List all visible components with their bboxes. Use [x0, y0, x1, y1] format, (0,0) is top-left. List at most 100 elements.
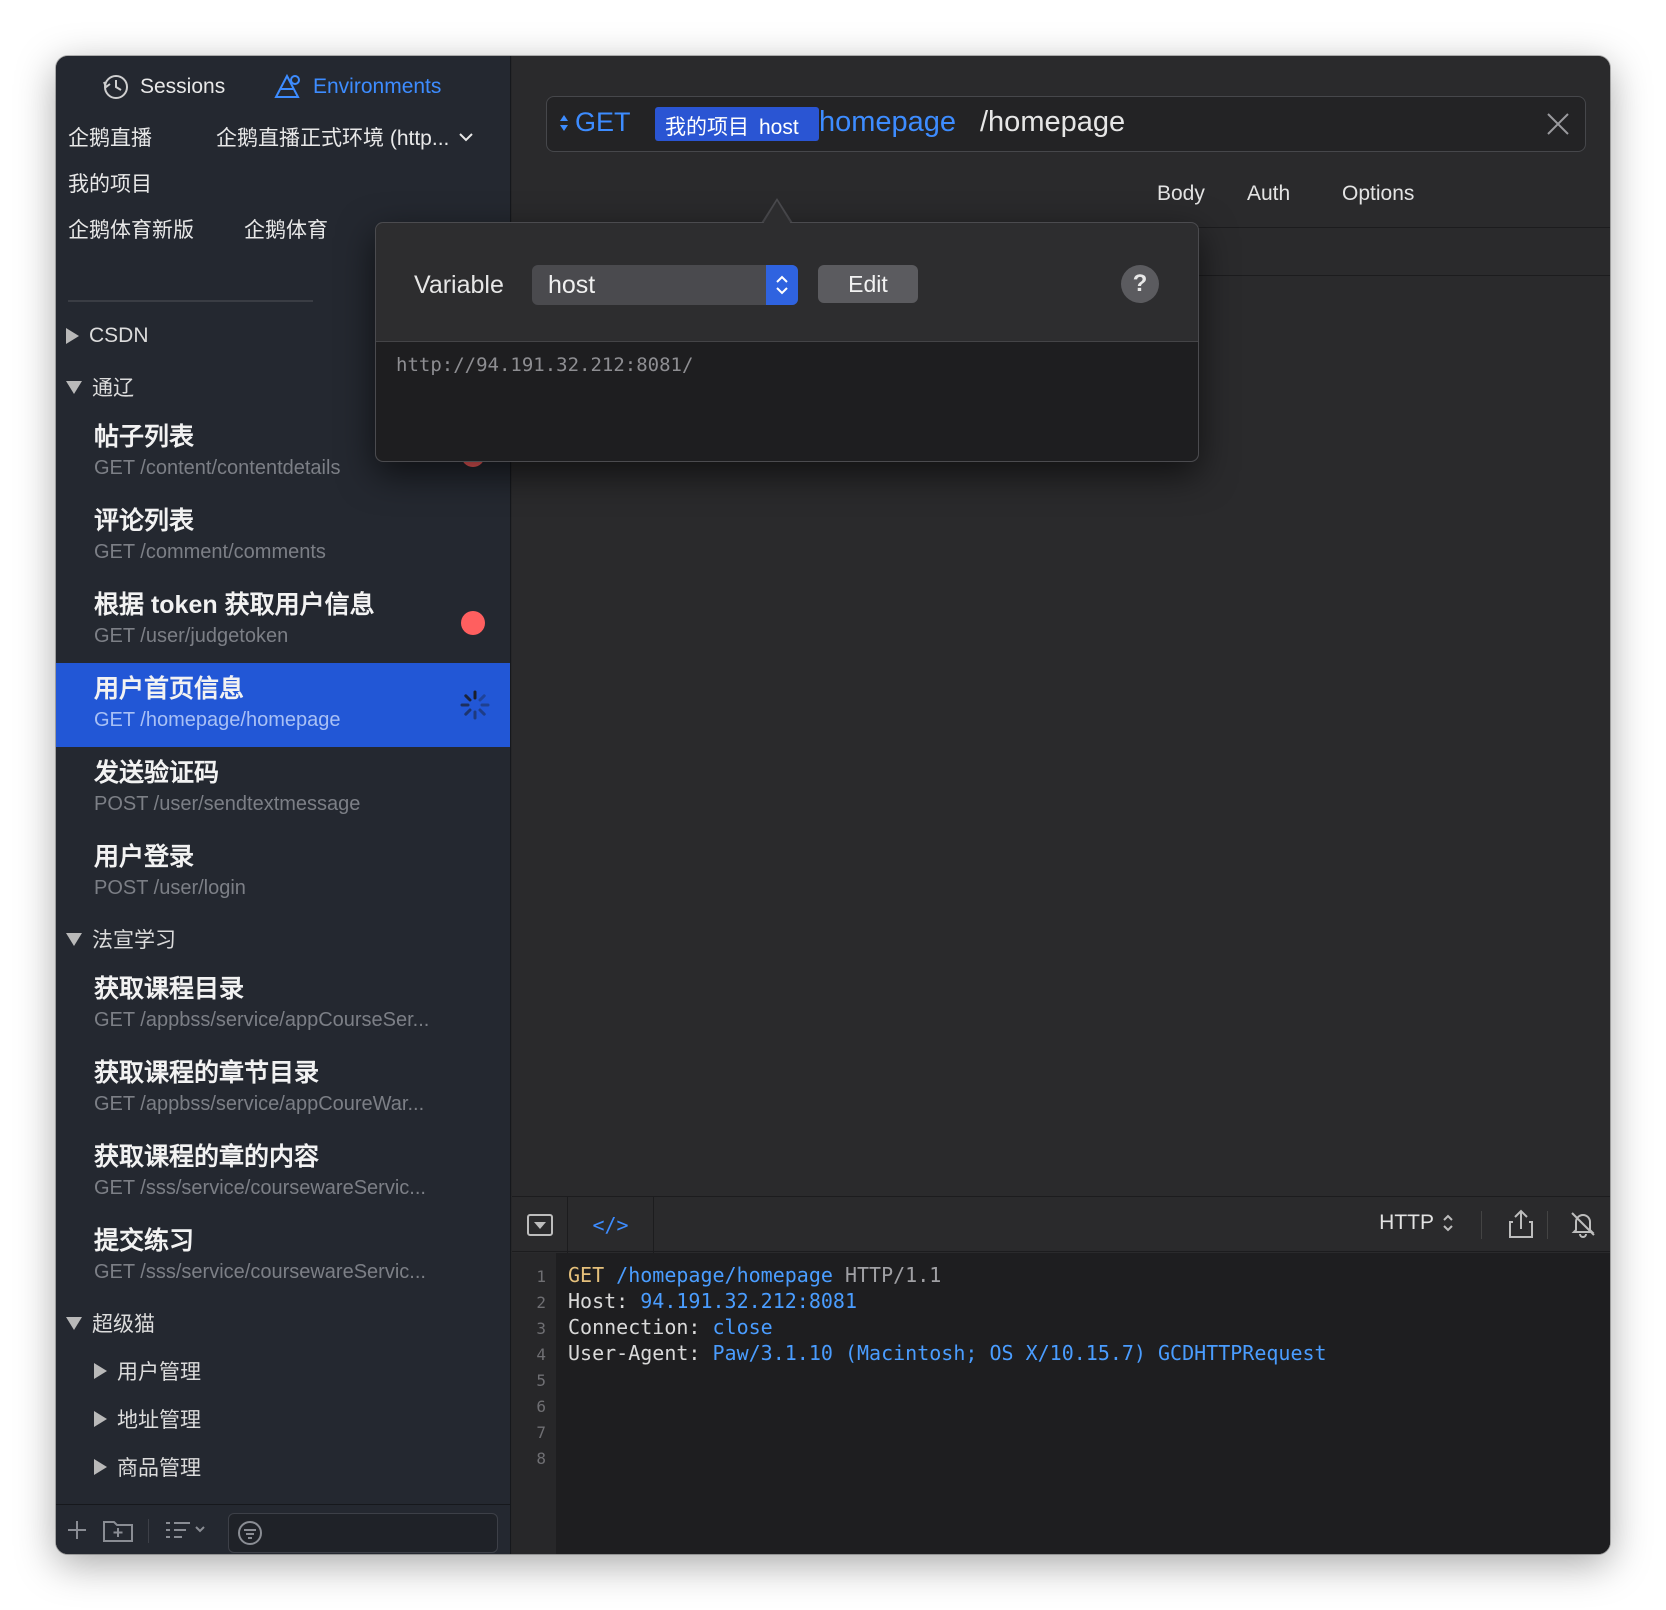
group-label: 超级猫: [92, 1313, 155, 1336]
request-title: 提交练习: [94, 1227, 195, 1255]
variable-select[interactable]: host: [532, 265, 798, 305]
popover-arrow-fill: [763, 201, 791, 224]
env-select-qietiyu[interactable]: 企鹅体育: [244, 214, 328, 244]
request-item[interactable]: 获取课程的章的内容 GET /sss/service/coursewareSer…: [56, 1131, 510, 1215]
env-group-qiezhibo[interactable]: 企鹅直播: [68, 122, 152, 152]
request-path: GET /sss/service/coursewareServic...: [94, 1177, 426, 1199]
code-line: Connection: close: [568, 1315, 773, 1339]
header-value: Paw/3.1.10 (Macintosh; OS X/10.15.7) GCD…: [712, 1341, 1327, 1365]
request-path: GET /appbss/service/appCourseSer...: [94, 1009, 430, 1031]
format-label: HTTP: [1379, 1211, 1434, 1234]
request-title: 获取课程的章节目录: [94, 1059, 320, 1087]
tab-auth[interactable]: Auth: [1247, 182, 1290, 206]
plus-icon[interactable]: [66, 1519, 88, 1541]
tab-body[interactable]: Body: [1157, 182, 1205, 206]
response-code-view[interactable]: 1 2 3 4 5 6 7 8 GET /homepage/homepage H…: [512, 1253, 1610, 1554]
app-window: Sessions Environments 企鹅直播 企鹅直播正式环境 (htt…: [56, 56, 1610, 1554]
group-cjm[interactable]: 超级猫: [66, 1308, 155, 1338]
request-item[interactable]: 根据 token 获取用户信息 GET /user/judgetoken: [56, 579, 510, 663]
group-product-mgmt[interactable]: 商品管理: [94, 1452, 201, 1482]
env-variable-token[interactable]: 我的项目 host: [655, 107, 819, 141]
collapse-button[interactable]: [512, 1197, 568, 1253]
request-item[interactable]: 发送验证码 POST /user/sendtextmessage: [56, 747, 510, 831]
group-label: 用户管理: [117, 1361, 201, 1384]
updown-arrows-icon: [560, 114, 568, 131]
line-number: 8: [536, 1449, 546, 1468]
request-title: 评论列表: [94, 507, 195, 535]
line-number: 3: [536, 1319, 546, 1338]
group-tongliao[interactable]: 通辽: [66, 372, 134, 402]
edit-button[interactable]: Edit: [818, 265, 918, 303]
url-path-segment[interactable]: homepage: [819, 106, 956, 139]
env-group-myproject[interactable]: 我的项目: [68, 168, 152, 198]
request-path: GET /sss/service/coursewareServic...: [94, 1261, 426, 1283]
request-path: POST /user/sendtextmessage: [94, 793, 361, 815]
url-path-rest[interactable]: /homepage: [980, 106, 1125, 139]
request-item[interactable]: 提交练习 GET /sss/service/coursewareServic..…: [56, 1215, 510, 1299]
header-value: close: [712, 1315, 773, 1339]
folder-add-icon[interactable]: [102, 1517, 134, 1543]
disclosure-down-icon: [66, 1316, 82, 1330]
request-title: 根据 token 获取用户信息: [94, 591, 375, 619]
variable-popover: Variable host Edit ? http://94.191.32.21…: [375, 222, 1199, 462]
method-selector[interactable]: GET: [559, 107, 631, 138]
url-bar[interactable]: GET 我的项目 host homepage /homepage: [546, 96, 1586, 152]
header-key: Host:: [568, 1289, 641, 1313]
tab-options[interactable]: Options: [1342, 182, 1414, 206]
request-path: POST /user/login: [94, 877, 246, 899]
error-status-dot: [461, 611, 485, 635]
request-item[interactable]: 用户登录 POST /user/login: [56, 831, 510, 915]
request-title: 用户登录: [94, 843, 195, 871]
close-icon[interactable]: [1545, 111, 1571, 137]
request-path: GET /user/judgetoken: [94, 625, 289, 647]
method-label: GET: [575, 107, 631, 137]
variable-select-value: host: [548, 271, 596, 299]
request-tabs: Body Auth Options: [512, 172, 1610, 228]
variable-value: http://94.191.32.212:8081/: [396, 354, 694, 376]
divider: [1481, 1211, 1482, 1239]
filter-input[interactable]: [228, 1513, 498, 1553]
share-icon[interactable]: [1508, 1209, 1534, 1239]
token-var: host: [759, 116, 799, 139]
group-csdn[interactable]: CSDN: [66, 324, 149, 348]
group-label: 商品管理: [117, 1457, 201, 1480]
code-line: User-Agent: Paw/3.1.10 (Macintosh; OS X/…: [568, 1341, 1327, 1365]
loading-spinner-icon: [460, 690, 490, 720]
tab-sessions[interactable]: Sessions: [102, 70, 225, 104]
request-path: GET /comment/comments: [94, 541, 326, 563]
env-select-value: 企鹅直播正式环境 (http...: [216, 127, 450, 150]
request-item[interactable]: 评论列表 GET /comment/comments: [56, 495, 510, 579]
line-number: 2: [536, 1293, 546, 1312]
line-number: 5: [536, 1371, 546, 1390]
variable-label: Variable: [414, 271, 504, 299]
header-key: User-Agent:: [568, 1341, 713, 1365]
tab-environments[interactable]: Environments: [273, 70, 441, 104]
group-user-mgmt[interactable]: 用户管理: [94, 1356, 201, 1386]
line-number: 4: [536, 1345, 546, 1364]
disclosure-down-icon: [66, 380, 82, 394]
help-button[interactable]: ?: [1121, 265, 1159, 303]
env-group-qietiyu[interactable]: 企鹅体育新版: [68, 214, 194, 244]
notification-off-icon[interactable]: [1568, 1209, 1598, 1239]
disclosure-right-icon: [66, 328, 79, 344]
environments-icon: [274, 73, 300, 98]
group-label: 通辽: [92, 377, 134, 400]
format-selector[interactable]: HTTP: [1379, 1211, 1454, 1235]
divider: [1547, 1211, 1548, 1239]
group-address-mgmt[interactable]: 地址管理: [94, 1404, 201, 1434]
env-select-qiezhibo[interactable]: 企鹅直播正式环境 (http...: [216, 122, 474, 152]
code-view-button[interactable]: </>: [568, 1197, 654, 1253]
code-line: Host: 94.191.32.212:8081: [568, 1289, 857, 1313]
request-item[interactable]: 获取课程的章节目录 GET /appbss/service/appCoureWa…: [56, 1047, 510, 1131]
divider: [148, 1519, 149, 1543]
header-value: 94.191.32.212:8081: [640, 1289, 857, 1313]
sort-icon[interactable]: [164, 1519, 208, 1541]
group-label: CSDN: [89, 324, 149, 347]
tab-environments-label: Environments: [313, 75, 442, 98]
header-key: Connection:: [568, 1315, 713, 1339]
request-item[interactable]: 获取课程目录 GET /appbss/service/appCourseSer.…: [56, 963, 510, 1047]
code-line: GET /homepage/homepage HTTP/1.1: [568, 1263, 941, 1287]
group-label: 法宣学习: [92, 929, 176, 952]
group-fxxx[interactable]: 法宣学习: [66, 924, 176, 954]
request-item-selected[interactable]: 用户首页信息 GET /homepage/homepage: [56, 663, 510, 747]
